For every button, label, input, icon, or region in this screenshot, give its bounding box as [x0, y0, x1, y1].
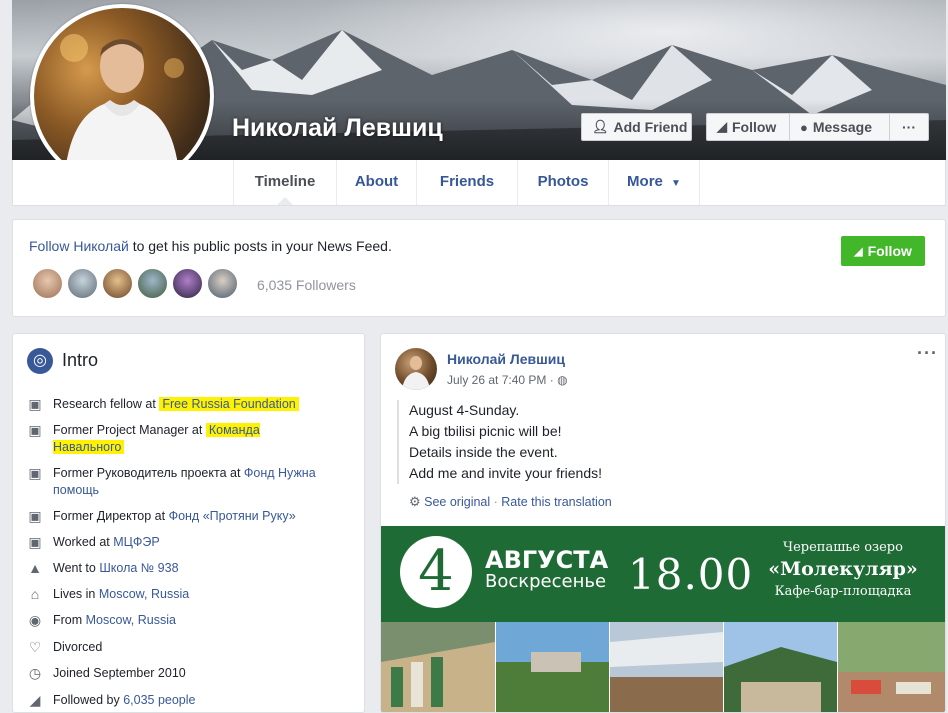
tab-about[interactable]: About: [336, 160, 416, 205]
event-day-number: 4: [400, 536, 472, 608]
intro-link[interactable]: Фонд «Протяни Руку»: [169, 509, 296, 523]
more-icon: ···: [902, 119, 916, 135]
follower-avatar[interactable]: [171, 267, 204, 300]
intro-link[interactable]: МЦФЭР: [113, 535, 159, 549]
tab-timeline[interactable]: Timeline: [233, 160, 336, 205]
graduation-cap-icon: ▲: [28, 560, 42, 576]
post-avatar-picture: [402, 356, 430, 390]
message-button[interactable]: ● Message: [789, 113, 890, 141]
post-text: August 4-Sunday. A big tbilisi picnic wi…: [397, 400, 602, 484]
profile-picture: [60, 34, 184, 184]
event-banner[interactable]: 4 АВГУСТА Воскресенье 18.00 Черепашье оз…: [381, 526, 945, 622]
intro-item-work: Former Руководитель проекта at Фонд Нужн…: [53, 466, 316, 497]
briefcase-icon: ▣: [28, 534, 42, 550]
clock-icon: ◷: [28, 665, 42, 681]
globe-icon: ◎: [27, 348, 53, 374]
follower-avatar[interactable]: [101, 267, 134, 300]
briefcase-icon: ▣: [28, 396, 42, 412]
follower-avatar[interactable]: [31, 267, 64, 300]
intro-item-relationship: Divorced: [53, 640, 103, 654]
intro-item-work: Former Project Manager at Команда Наваль…: [53, 423, 260, 454]
venue-photos: [381, 622, 945, 712]
event-time: 18.00: [628, 550, 754, 599]
tab-photos[interactable]: Photos: [517, 160, 608, 205]
intro-link[interactable]: Free Russia Foundation: [159, 397, 299, 411]
follower-avatar[interactable]: [136, 267, 169, 300]
post-author-avatar[interactable]: [395, 348, 437, 390]
intro-title: Intro: [62, 350, 99, 370]
follow-prompt: Follow Николай to get his public posts i…: [29, 238, 392, 254]
tab-friends[interactable]: Friends: [416, 160, 517, 205]
follow-green-button[interactable]: ◢ Follow: [841, 236, 925, 266]
intro-link[interactable]: Школа № 938: [99, 561, 178, 575]
post-options-button[interactable]: ···: [917, 343, 938, 364]
intro-item-followers: Followed by 6,035 people: [53, 693, 196, 707]
translation-actions: ⚙ See original · Rate this translation: [409, 494, 612, 509]
intro-card: ◎ Intro ▣ Research fellow at Free Russia…: [12, 333, 365, 713]
event-month: АВГУСТА: [485, 546, 609, 574]
post-author-name[interactable]: Николай Левшиц: [447, 351, 565, 367]
event-weekday: Воскресенье: [485, 571, 607, 592]
rss-icon: ◢: [854, 245, 863, 258]
event-location: Черепашье озеро: [783, 540, 903, 555]
briefcase-icon: ▣: [28, 508, 42, 524]
follow-button[interactable]: ◢ Follow: [706, 113, 790, 141]
rss-icon: ◢: [29, 692, 41, 708]
event-venue-type: Кафе-бар-площадка: [774, 584, 912, 599]
intro-item-lives: Lives in Moscow, Russia: [53, 587, 190, 601]
followers-count: 6,035 Followers: [257, 277, 356, 293]
intro-item-work: Worked at МЦФЭР: [53, 535, 160, 549]
post-card: Николай Левшиц July 26 at 7:40 PM · ◍ ··…: [380, 333, 946, 713]
follow-card: Follow Николай to get his public posts i…: [12, 219, 946, 317]
house-icon: ⌂: [30, 586, 40, 602]
add-friend-icon: 👤︎: [592, 119, 609, 134]
tab-more[interactable]: More ▼: [608, 160, 700, 205]
gear-icon: ⚙: [409, 494, 421, 509]
intro-link[interactable]: Moscow, Russia: [86, 613, 176, 627]
post-timestamp[interactable]: July 26 at 7:40 PM · ◍: [447, 373, 568, 387]
public-globe-icon: ◍: [557, 373, 568, 387]
profile-tabs-bar: Timeline About Friends Photos More ▼: [12, 160, 946, 206]
intro-item-joined: Joined September 2010: [53, 666, 186, 680]
follower-avatar[interactable]: [206, 267, 239, 300]
more-options-button[interactable]: ···: [889, 113, 929, 141]
briefcase-icon: ▣: [28, 422, 42, 438]
event-venue: «Молекуляр»: [768, 558, 918, 580]
heart-icon: ♡: [28, 639, 42, 655]
rate-translation-link[interactable]: Rate this translation: [501, 495, 611, 509]
profile-name[interactable]: Николай Левшиц: [232, 114, 443, 143]
intro-item-education: Went to Школа № 938: [53, 561, 179, 575]
intro-item-work: Former Директор at Фонд «Протяни Руку»: [53, 509, 296, 523]
follow-link[interactable]: Follow Николай: [29, 238, 129, 254]
intro-link[interactable]: Moscow, Russia: [99, 587, 189, 601]
briefcase-icon: ▣: [28, 465, 42, 481]
location-pin-icon: ◉: [28, 612, 42, 628]
caret-down-icon: ▼: [671, 178, 681, 189]
intro-item-from: From Moscow, Russia: [53, 613, 176, 627]
add-friend-button[interactable]: 👤︎ Add Friend: [581, 113, 692, 141]
see-original-link[interactable]: See original: [424, 495, 490, 509]
messenger-icon: ●: [800, 119, 808, 135]
rss-icon: ◢: [717, 119, 727, 134]
follower-avatar[interactable]: [66, 267, 99, 300]
intro-item-work: Research fellow at Free Russia Foundatio…: [53, 396, 353, 413]
event-photo-strip[interactable]: [381, 622, 945, 712]
